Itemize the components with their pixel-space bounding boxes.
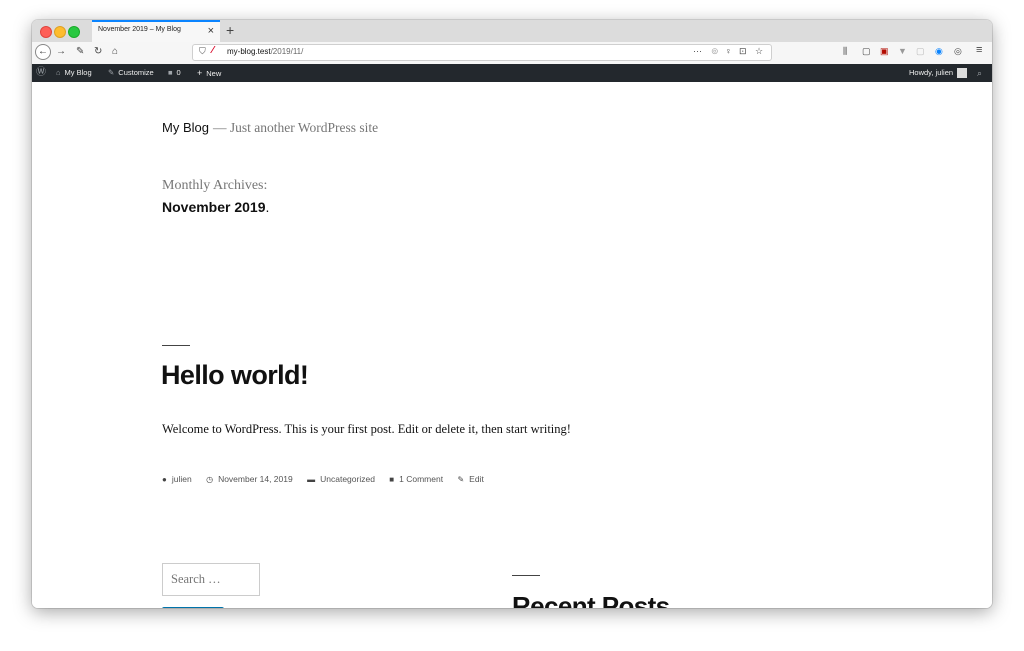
wp-admin-bar: Ⓦ ⌂ My Blog ✎ Customize ■ 0 + New Howdy, jul… xyxy=(32,64,992,82)
url-host: my-blog.test xyxy=(227,47,271,56)
archive-title: November 2019. xyxy=(162,199,269,215)
url-text: my-blog.test/2019/11/ xyxy=(227,47,303,56)
tab-title: November 2019 – My Blog xyxy=(98,26,181,33)
post-excerpt: Welcome to WordPress. This is your first… xyxy=(162,422,571,436)
admin-comments-link[interactable]: ■ 0 xyxy=(168,64,181,82)
post-edit-text: Edit xyxy=(469,474,484,484)
avatar xyxy=(957,68,968,79)
window-maximize-button[interactable] xyxy=(68,26,80,38)
url-path: /2019/11/ xyxy=(270,47,304,56)
menu-icon[interactable]: ≡ xyxy=(976,44,982,56)
post-title[interactable]: Hello world! xyxy=(161,360,309,391)
new-tab-button[interactable]: + xyxy=(226,21,234,39)
site-branding: My Blog — Just another WordPress site xyxy=(162,120,378,136)
admin-new-label: New xyxy=(206,69,222,78)
search-submit-button[interactable] xyxy=(162,607,224,608)
admin-account-menu[interactable]: Howdy, julien xyxy=(909,64,968,82)
page-actions-icon[interactable]: ··· xyxy=(693,46,702,56)
pencil-icon: ✎ xyxy=(457,475,465,484)
person-icon: ● xyxy=(162,475,167,484)
post-edit-link[interactable]: ✎ Edit xyxy=(457,474,483,484)
post-category[interactable]: ▬ Uncategorized xyxy=(307,474,375,484)
dashboard-icon: ⌂ xyxy=(56,68,61,77)
pocket-icon[interactable]: ⊚ xyxy=(711,46,719,57)
admin-customize-label: Customize xyxy=(118,68,154,77)
library-icon[interactable]: ⫼ xyxy=(843,46,847,57)
post-comments[interactable]: ■ 1 Comment xyxy=(389,474,443,484)
window-close-button[interactable] xyxy=(40,26,52,38)
site-title-link[interactable]: My Blog xyxy=(162,120,209,135)
extension-icon[interactable]: ▼ xyxy=(898,46,907,56)
admin-site-name: My Blog xyxy=(64,68,92,77)
admin-new-link[interactable]: + New xyxy=(197,64,221,82)
password-manager-icon[interactable]: ◉ xyxy=(935,46,943,57)
widget-divider xyxy=(512,575,540,576)
home-button[interactable]: ⌂ xyxy=(112,45,118,59)
search-input[interactable]: Search … xyxy=(162,563,260,596)
site-tagline: — Just another WordPress site xyxy=(212,120,379,135)
tools-icon[interactable]: ✎ xyxy=(76,45,84,59)
save-to-pocket-icon[interactable]: ⊡ xyxy=(739,46,747,57)
tab-close-icon[interactable]: × xyxy=(208,24,214,38)
wordpress-logo-icon[interactable]: Ⓦ xyxy=(36,64,46,82)
browser-window: November 2019 – My Blog × + ← → ✎ ↻ ⌂ ⛉ … xyxy=(32,20,992,608)
back-button[interactable]: ← xyxy=(35,44,51,60)
admin-howdy-text: Howdy, julien xyxy=(909,68,954,77)
url-bar[interactable]: ⛉ ⁄ my-blog.test/2019/11/ ··· ⊚ ♀ ⊡ ☆ xyxy=(192,44,772,61)
post-date-text: November 14, 2019 xyxy=(218,474,293,484)
post-divider xyxy=(162,345,190,346)
page-content: My Blog — Just another WordPress site Mon… xyxy=(32,82,992,608)
pdf-icon[interactable]: ▣ xyxy=(880,46,889,57)
comment-bubble-icon: ■ xyxy=(168,68,173,77)
reload-button[interactable]: ↻ xyxy=(94,45,102,59)
post-author-name: julien xyxy=(171,474,192,484)
archive-title-period: . xyxy=(265,199,270,215)
bookmark-star-icon[interactable]: ☆ xyxy=(755,46,763,57)
brush-icon: ✎ xyxy=(108,68,115,77)
forward-button[interactable]: → xyxy=(56,45,66,59)
insecure-lock-icon[interactable]: ⁄ xyxy=(212,45,214,56)
lightbulb-icon[interactable]: ♀ xyxy=(725,46,732,56)
window-minimize-button[interactable] xyxy=(54,26,66,38)
recent-posts-title: Recent Posts xyxy=(512,591,670,608)
tab-active[interactable]: November 2019 – My Blog × xyxy=(92,20,220,42)
folder-icon: ▬ xyxy=(307,475,316,484)
clock-icon: ◷ xyxy=(206,475,214,484)
post-date[interactable]: ◷ November 14, 2019 xyxy=(206,474,293,484)
admin-search-icon[interactable]: ⌕ xyxy=(977,64,982,82)
navigation-bar: ← → ✎ ↻ ⌂ ⛉ ⁄ my-blog.test/2019/11/ ··· … xyxy=(32,42,992,65)
archive-label: Monthly Archives: xyxy=(162,178,268,193)
admin-customize-link[interactable]: ✎ Customize xyxy=(108,64,154,82)
post-author[interactable]: ● julien xyxy=(162,474,192,484)
tab-strip: November 2019 – My Blog × + xyxy=(32,20,992,43)
extension-icon-2[interactable]: ▢ xyxy=(916,46,925,57)
admin-site-link[interactable]: ⌂ My Blog xyxy=(56,64,92,82)
account-icon[interactable]: ◎ xyxy=(954,46,962,57)
comment-icon: ■ xyxy=(389,475,395,484)
tracking-shield-icon[interactable]: ⛉ xyxy=(199,46,206,57)
archive-date: November 2019 xyxy=(162,199,266,215)
post-comments-text: 1 Comment xyxy=(399,474,444,484)
post-meta: ● julien ◷ November 14, 2019 ▬ Uncategorize… xyxy=(162,474,496,484)
plus-icon: + xyxy=(197,68,203,78)
admin-comments-count: 0 xyxy=(176,68,181,77)
sidebar-icon[interactable]: ▢ xyxy=(862,46,871,57)
post-category-text: Uncategorized xyxy=(320,474,375,484)
